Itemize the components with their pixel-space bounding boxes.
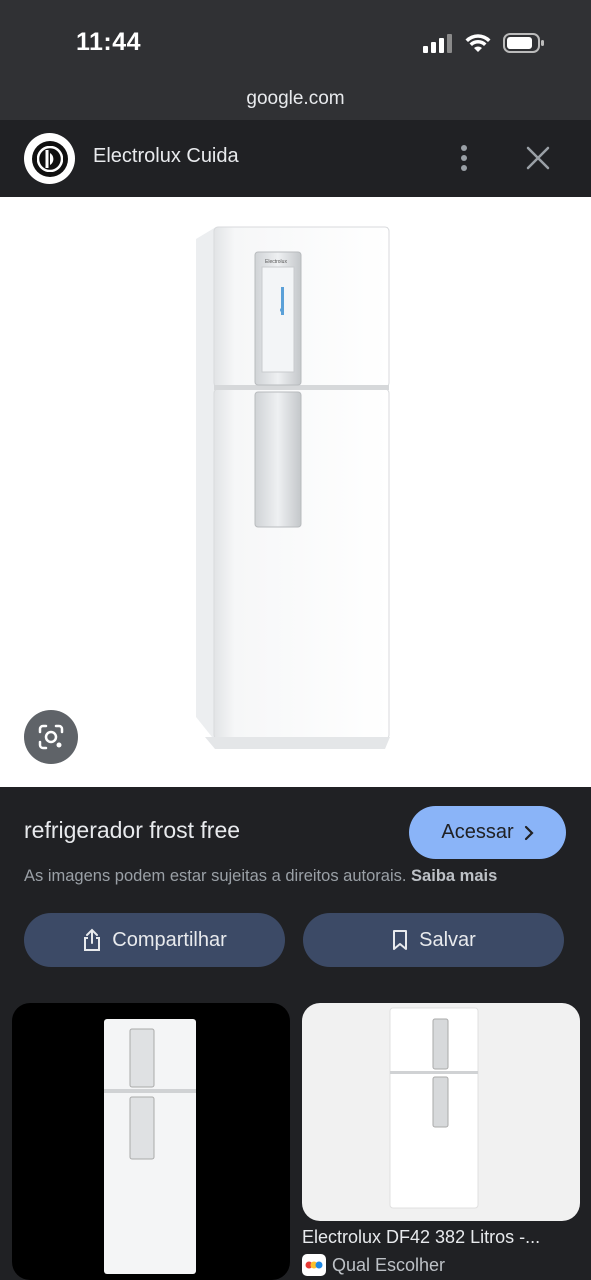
save-label: Salvar xyxy=(419,928,476,951)
electrolux-logo-icon xyxy=(24,133,75,184)
status-icons xyxy=(423,32,545,54)
image-title: refrigerador frost free xyxy=(24,817,241,843)
site-name: Electrolux Cuida xyxy=(93,145,239,167)
learn-more-link[interactable]: Saiba mais xyxy=(411,867,497,885)
result-header: Electrolux Cuida xyxy=(0,120,591,197)
lens-icon xyxy=(38,724,64,750)
url-text: google.com xyxy=(246,88,345,109)
battery-icon xyxy=(503,33,544,53)
copyright-notice: As imagens podem estar sujeitas a direit… xyxy=(24,867,497,886)
share-label: Compartilhar xyxy=(112,928,227,951)
wifi-icon xyxy=(465,34,491,52)
related-image-2[interactable] xyxy=(302,1003,580,1221)
lens-search-button[interactable] xyxy=(24,710,78,764)
url-bar[interactable]: google.com xyxy=(0,82,591,120)
related-title-2[interactable]: Electrolux DF42 382 Litros -... xyxy=(302,1227,572,1248)
related-source-2: Qual Escolher xyxy=(302,1254,445,1276)
share-button[interactable]: Compartilhar xyxy=(24,913,285,967)
related-source-name: Qual Escolher xyxy=(332,1254,446,1275)
bookmark-icon xyxy=(393,930,408,950)
save-button[interactable]: Salvar xyxy=(303,913,564,967)
related-image-1[interactable] xyxy=(12,1003,290,1280)
image-details: refrigerador frost free Acessar xyxy=(0,787,591,877)
main-image[interactable]: Electrolux xyxy=(0,197,591,787)
visit-button[interactable]: Acessar xyxy=(409,806,566,859)
visit-label: Acessar xyxy=(441,821,514,843)
status-time: 11:44 xyxy=(76,28,142,56)
close-icon[interactable] xyxy=(520,140,556,176)
signal-icon xyxy=(423,34,452,53)
copyright-text: As imagens podem estar sujeitas a direit… xyxy=(24,867,407,885)
more-vert-icon[interactable] xyxy=(452,140,476,176)
related-thumbnail-2 xyxy=(389,1007,479,1209)
related-thumbnail-1 xyxy=(104,1019,196,1274)
qual-escolher-favicon-icon xyxy=(302,1254,326,1276)
share-icon xyxy=(84,928,101,951)
brand-label: Electrolux xyxy=(265,259,287,265)
status-bar: 11:44 xyxy=(0,0,591,82)
chevron-right-icon xyxy=(524,825,534,840)
refrigerator-image: Electrolux xyxy=(196,226,390,749)
